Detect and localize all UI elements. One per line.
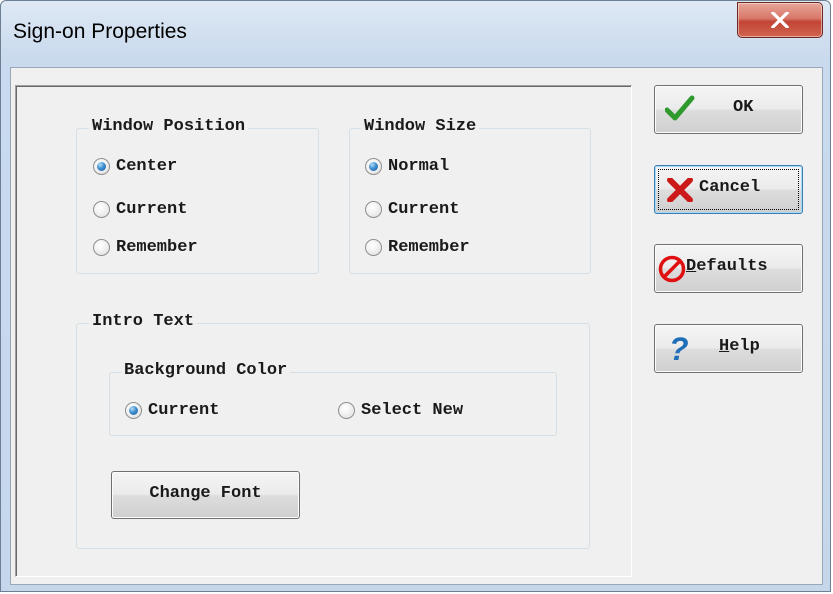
background-color-group: Background Color Current Select New bbox=[109, 361, 557, 436]
radio-position-remember[interactable]: Remember bbox=[93, 236, 198, 258]
radio-label: Remember bbox=[116, 237, 198, 257]
properties-panel: Window Position Center Current Remember … bbox=[15, 85, 632, 577]
change-font-label: Change Font bbox=[149, 484, 262, 503]
close-icon bbox=[771, 12, 789, 28]
checkmark-icon bbox=[665, 95, 695, 121]
background-color-label: Background Color bbox=[121, 361, 291, 380]
radio-label: Select New bbox=[361, 400, 464, 420]
defaults-button[interactable]: Defaults bbox=[654, 244, 803, 293]
radio-position-center[interactable]: Center bbox=[93, 155, 177, 177]
radio-button[interactable] bbox=[365, 200, 382, 218]
change-font-button[interactable]: Change Font bbox=[111, 471, 300, 519]
ok-button[interactable]: OK bbox=[654, 85, 803, 134]
no-entry-icon bbox=[658, 255, 686, 283]
dialog-client-area: Window Position Center Current Remember … bbox=[10, 67, 823, 585]
svg-text:?: ? bbox=[669, 332, 689, 366]
radio-button-checked[interactable] bbox=[125, 401, 142, 419]
radio-size-remember[interactable]: Remember bbox=[365, 236, 470, 258]
radio-size-current[interactable]: Current bbox=[365, 198, 459, 220]
question-mark-icon: ? bbox=[669, 332, 689, 366]
window-position-label: Window Position bbox=[89, 117, 249, 136]
red-x-icon bbox=[667, 178, 693, 202]
radio-label: Current bbox=[148, 400, 220, 420]
close-button[interactable] bbox=[737, 2, 823, 38]
intro-text-label: Intro Text bbox=[89, 312, 198, 331]
radio-bg-select-new[interactable]: Select New bbox=[338, 399, 463, 421]
radio-label: Current bbox=[116, 199, 188, 219]
defaults-label: Defaults bbox=[686, 257, 768, 276]
radio-button-checked[interactable] bbox=[365, 157, 382, 175]
radio-label: Current bbox=[388, 199, 460, 219]
window-title: Sign-on Properties bbox=[13, 20, 187, 43]
help-button[interactable]: ? Help bbox=[654, 324, 803, 373]
ok-label: OK bbox=[733, 98, 754, 117]
radio-button[interactable] bbox=[338, 401, 355, 419]
radio-button-checked[interactable] bbox=[93, 157, 110, 175]
cancel-label: Cancel bbox=[699, 178, 761, 197]
help-label: Help bbox=[719, 337, 760, 356]
cancel-button[interactable]: Cancel bbox=[654, 165, 803, 214]
radio-position-current[interactable]: Current bbox=[93, 198, 187, 220]
window-size-label: Window Size bbox=[361, 117, 480, 136]
intro-text-group: Intro Text Background Color Current Sele… bbox=[76, 312, 590, 549]
dialog-window: Sign-on Properties Window Position Cente… bbox=[0, 0, 831, 592]
radio-button[interactable] bbox=[93, 238, 110, 256]
radio-label: Remember bbox=[388, 237, 470, 257]
radio-bg-current[interactable]: Current bbox=[125, 399, 219, 421]
window-position-group: Window Position Center Current Remember bbox=[76, 117, 319, 274]
title-bar[interactable]: Sign-on Properties bbox=[1, 1, 830, 67]
radio-label: Normal bbox=[388, 156, 450, 176]
radio-button[interactable] bbox=[93, 200, 110, 218]
window-size-group: Window Size Normal Current Remember bbox=[349, 117, 591, 274]
radio-button[interactable] bbox=[365, 238, 382, 256]
radio-label: Center bbox=[116, 156, 178, 176]
radio-size-normal[interactable]: Normal bbox=[365, 155, 449, 177]
